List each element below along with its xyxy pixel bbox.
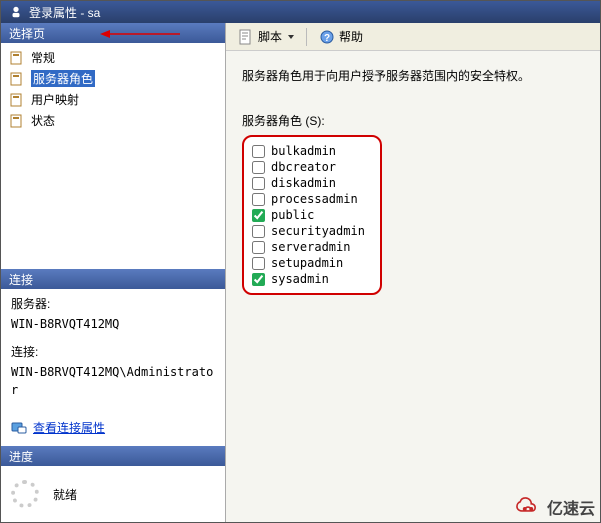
conn-value: WIN-B8RVQT412MQ\Administrator	[11, 363, 215, 399]
progress-area: 就绪	[1, 466, 225, 522]
role-row-public[interactable]: public	[252, 207, 372, 223]
view-connection-link[interactable]: 查看连接属性	[33, 419, 105, 436]
role-checkbox-serveradmin[interactable]	[252, 241, 265, 254]
chevron-down-icon	[288, 35, 294, 39]
script-icon	[238, 29, 254, 45]
dialog-window: 登录属性 - sa 选择页 常规服务器角色用户映射状态 连接 服务器: WIN-…	[0, 0, 601, 523]
nav-item-label: 常规	[31, 49, 55, 66]
left-column: 选择页 常规服务器角色用户映射状态 连接 服务器: WIN-B8RVQT412M…	[1, 23, 226, 522]
nav-item-0[interactable]: 常规	[5, 47, 221, 68]
conn-label: 连接:	[11, 343, 215, 361]
roles-label: 服务器角色 (S):	[242, 112, 584, 129]
role-row-diskadmin[interactable]: diskadmin	[252, 175, 372, 191]
role-checkbox-bulkadmin[interactable]	[252, 145, 265, 158]
role-row-sysadmin[interactable]: sysadmin	[252, 271, 372, 287]
role-row-setupadmin[interactable]: setupadmin	[252, 255, 372, 271]
role-label: securityadmin	[271, 224, 365, 238]
nav-item-label: 服务器角色	[31, 70, 95, 87]
role-row-bulkadmin[interactable]: bulkadmin	[252, 143, 372, 159]
role-checkbox-dbcreator[interactable]	[252, 161, 265, 174]
nav-item-label: 状态	[31, 112, 55, 129]
page-icon	[9, 113, 25, 129]
nav-item-2[interactable]: 用户映射	[5, 89, 221, 110]
nav-item-1[interactable]: 服务器角色	[5, 68, 221, 89]
role-label: sysadmin	[271, 272, 329, 286]
nav-list: 常规服务器角色用户映射状态	[1, 43, 225, 135]
dialog-body: 选择页 常规服务器角色用户映射状态 连接 服务器: WIN-B8RVQT412M…	[1, 23, 600, 522]
help-icon: ?	[319, 29, 335, 45]
ready-label: 就绪	[53, 486, 77, 503]
role-checkbox-securityadmin[interactable]	[252, 225, 265, 238]
server-label: 服务器:	[11, 295, 215, 313]
titlebar: 登录属性 - sa	[1, 1, 600, 23]
role-label: bulkadmin	[271, 144, 336, 158]
description-text: 服务器角色用于向用户授予服务器范围内的安全特权。	[242, 67, 584, 84]
role-row-dbcreator[interactable]: dbcreator	[252, 159, 372, 175]
role-label: processadmin	[271, 192, 358, 206]
role-row-securityadmin[interactable]: securityadmin	[252, 223, 372, 239]
help-label: 帮助	[339, 28, 363, 45]
role-checkbox-sysadmin[interactable]	[252, 273, 265, 286]
connection-header: 连接	[1, 269, 225, 289]
page-icon	[9, 50, 25, 66]
role-label: public	[271, 208, 314, 222]
content-pane: 服务器角色用于向用户授予服务器范围内的安全特权。 服务器角色 (S): bulk…	[226, 51, 600, 522]
nav-item-label: 用户映射	[31, 91, 79, 108]
role-label: dbcreator	[271, 160, 336, 174]
svg-text:?: ?	[324, 33, 330, 44]
page-icon	[9, 92, 25, 108]
role-checkbox-processadmin[interactable]	[252, 193, 265, 206]
spinner-icon	[11, 480, 39, 508]
role-label: diskadmin	[271, 176, 336, 190]
connection-icon	[11, 420, 27, 436]
role-label: setupadmin	[271, 256, 343, 270]
page-icon	[9, 71, 25, 87]
nav-item-3[interactable]: 状态	[5, 110, 221, 131]
roles-listbox: bulkadmin dbcreator diskadmin processadmin p…	[242, 135, 382, 295]
role-label: serveradmin	[271, 240, 350, 254]
role-checkbox-public[interactable]	[252, 209, 265, 222]
role-checkbox-setupadmin[interactable]	[252, 257, 265, 270]
select-page-header: 选择页	[1, 23, 225, 43]
script-button[interactable]: 脚本	[234, 26, 298, 47]
role-checkbox-diskadmin[interactable]	[252, 177, 265, 190]
help-button[interactable]: ? 帮助	[315, 26, 367, 47]
toolbar: 脚本 ? 帮助	[226, 23, 600, 51]
role-row-serveradmin[interactable]: serveradmin	[252, 239, 372, 255]
role-row-processadmin[interactable]: processadmin	[252, 191, 372, 207]
view-connection-row[interactable]: 查看连接属性	[1, 415, 225, 446]
window-title: 登录属性 - sa	[29, 4, 100, 21]
toolbar-separator	[306, 28, 307, 46]
connection-block: 服务器: WIN-B8RVQT412MQ 连接: WIN-B8RVQT412MQ…	[1, 289, 225, 415]
right-column: 脚本 ? 帮助 服务器角色用于向用户授予服务器范围内的安全特权。 服务器角色 (…	[226, 23, 600, 522]
app-icon	[9, 5, 23, 19]
server-value: WIN-B8RVQT412MQ	[11, 315, 215, 333]
script-label: 脚本	[258, 28, 282, 45]
progress-header: 进度	[1, 446, 225, 466]
